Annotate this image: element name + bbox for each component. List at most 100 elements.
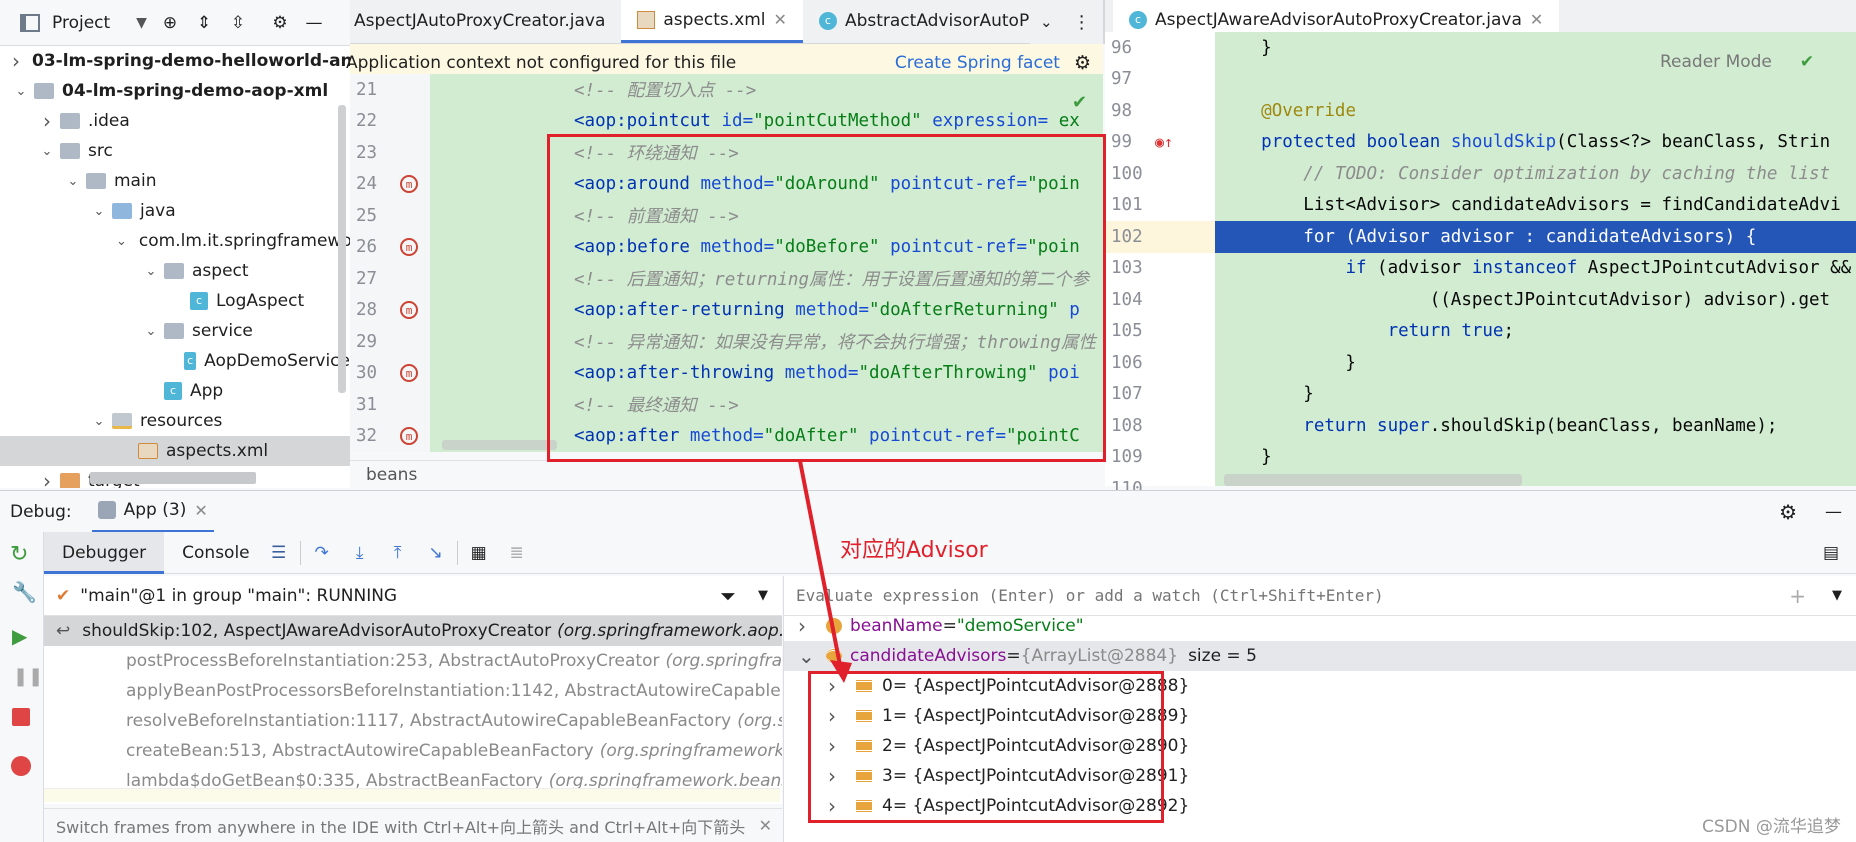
line-number[interactable]: 101	[1105, 190, 1215, 222]
tree-item[interactable]: ⌄ java	[0, 196, 350, 226]
chevron-down-icon[interactable]: ⌄	[64, 174, 82, 189]
line-number[interactable]: 26 m	[350, 232, 430, 264]
advice-method-icon[interactable]: m	[400, 427, 418, 446]
minimize-icon[interactable]: —	[303, 12, 325, 34]
override-marker-icon[interactable]: ◉↑	[1155, 133, 1173, 151]
code-line[interactable]: }	[1219, 442, 1856, 474]
line-number[interactable]: 107	[1105, 379, 1215, 411]
step-out-icon[interactable]: ⤒	[387, 542, 409, 564]
layout-menu-icon[interactable]: ☰	[268, 542, 290, 564]
chevron-down-icon[interactable]: ⌄	[12, 84, 30, 99]
line-number[interactable]: 22	[350, 106, 430, 138]
debug-session-tab[interactable]: App (3) ✕	[91, 491, 214, 533]
left-editor-hscrollbar[interactable]	[442, 440, 557, 450]
line-number[interactable]: 24 m	[350, 169, 430, 201]
chevron-down-icon[interactable]: ▼	[136, 15, 147, 31]
line-number[interactable]: 30 m	[350, 358, 430, 390]
line-number[interactable]: 31	[350, 389, 430, 421]
stack-frame[interactable]: postProcessBeforeInstantiation:253, Abst…	[44, 646, 782, 676]
chevron-down-icon[interactable]: ▼	[758, 588, 768, 603]
tree-item[interactable]: ⌄ resources	[0, 406, 350, 436]
current-execution-line[interactable]: for (Advisor advisor : candidateAdvisors…	[1215, 221, 1856, 253]
code-line[interactable]: // TODO: Consider optimization by cachin…	[1219, 158, 1856, 190]
watch-input[interactable]	[796, 586, 1696, 605]
tree-item[interactable]: c App	[0, 376, 350, 406]
code-line[interactable]: }	[1219, 347, 1856, 379]
stack-frame[interactable]: ↩ shouldSkip:102, AspectJAwareAdvisorAuto…	[44, 616, 782, 646]
minimize-icon[interactable]: —	[1825, 502, 1842, 522]
tree-item[interactable]: aspects.xml	[0, 436, 350, 466]
thread-selector[interactable]: ✔ "main"@1 in group "main": RUNNING ⏷ ▼	[44, 576, 782, 616]
advice-method-icon[interactable]: m	[400, 301, 418, 320]
project-panel-title[interactable]: Project	[52, 13, 110, 33]
tree-item[interactable]: ⌄ service	[0, 316, 350, 346]
chevron-down-icon[interactable]: ⌄	[116, 234, 127, 249]
tree-item[interactable]: › .idea	[0, 106, 350, 136]
line-number[interactable]: 32 m	[350, 421, 430, 453]
gear-icon[interactable]: ⚙	[269, 12, 291, 34]
line-number[interactable]: 29	[350, 326, 430, 358]
code-line[interactable]: }	[1219, 379, 1856, 411]
code-line[interactable]: if (advisor instanceof AspectJPointcutAd…	[1219, 253, 1856, 285]
tab-aspects-xml[interactable]: aspects.xml ✕	[621, 0, 803, 43]
line-number[interactable]: 100	[1105, 158, 1215, 190]
close-icon[interactable]: ✕	[759, 816, 772, 835]
line-number[interactable]: 27	[350, 263, 430, 295]
tree-item[interactable]: ⌄ com.lm.it.springframework	[0, 226, 350, 256]
code-line[interactable]: return super .shouldSkip(beanClass, beanN…	[1219, 410, 1856, 442]
stack-frame[interactable]: applyBeanPostProcessorsBeforeInstantiati…	[44, 676, 782, 706]
tree-item[interactable]: c LogAspect	[0, 286, 350, 316]
filter-icon[interactable]: ⏷	[720, 584, 736, 608]
line-number[interactable]: 23	[350, 137, 430, 169]
gear-icon[interactable]: ⚙	[1074, 52, 1091, 74]
line-number[interactable]: 105	[1105, 316, 1215, 348]
tree-item[interactable]: c AopDemoService	[0, 346, 350, 376]
breadcrumb-item[interactable]: beans	[366, 465, 417, 485]
resume-icon[interactable]: ▶	[12, 624, 27, 648]
locate-icon[interactable]: ⊕	[159, 12, 181, 34]
code-line[interactable]: ((AspectJPointcutAdvisor) advisor).get	[1219, 284, 1856, 316]
code-line[interactable]: @Override	[1219, 95, 1856, 127]
reader-mode-label[interactable]: Reader Mode	[1660, 52, 1772, 72]
stack-frame[interactable]: resolveBeforeInstantiation:1117, Abstrac…	[44, 706, 782, 736]
line-number[interactable]: 106	[1105, 347, 1215, 379]
chevron-down-icon[interactable]: ▼	[1832, 588, 1842, 603]
variable-row[interactable]: ⌄ candidateAdvisors = {ArrayList@2884} siz…	[784, 641, 1856, 671]
chevron-down-icon[interactable]: ⌄	[90, 414, 108, 429]
pause-icon[interactable]: ❚❚	[13, 666, 43, 687]
code-line[interactable]: return true;	[1219, 316, 1856, 348]
line-number[interactable]: 104	[1105, 284, 1215, 316]
frames-scrollbar[interactable]	[44, 788, 780, 802]
reader-mode-toggle[interactable]: Reader Mode ✔	[1660, 52, 1814, 72]
tab-aspectj-auto-proxy-creator[interactable]: AspectJAutoProxyCreator.java	[350, 0, 621, 43]
stop-icon[interactable]	[12, 708, 30, 726]
line-number[interactable]: 97	[1105, 64, 1215, 96]
variable-row[interactable]: › beanName = "demoService"	[784, 611, 1856, 641]
stack-frame[interactable]: createBean:513, AbstractAutowireCapableB…	[44, 736, 782, 766]
tree-item[interactable]: ⌄ src	[0, 136, 350, 166]
code-line[interactable]: List<Advisor> candidateAdvisors = findCa…	[1219, 190, 1856, 222]
tab-debugger[interactable]: Debugger	[44, 531, 165, 574]
line-number[interactable]: 96	[1105, 32, 1215, 64]
chevron-down-icon[interactable]: ⌄	[1040, 13, 1053, 31]
chevron-right-icon[interactable]: ›	[12, 49, 20, 73]
chevron-right-icon[interactable]: ›	[38, 469, 56, 488]
step-into-icon[interactable]: ⤓	[349, 542, 371, 564]
layout-settings-icon[interactable]: ▤	[1820, 542, 1842, 564]
line-number[interactable]: 98	[1105, 95, 1215, 127]
project-scrollbar[interactable]	[90, 472, 256, 484]
tree-vscrollbar[interactable]	[338, 105, 346, 393]
chevron-down-icon[interactable]: ⌄	[142, 264, 160, 279]
chevron-down-icon[interactable]: ⌄	[38, 144, 56, 159]
more-icon[interactable]: ⋮	[1073, 12, 1091, 33]
create-spring-facet-link[interactable]: Create Spring facet	[895, 53, 1060, 73]
evaluate-icon[interactable]: ▦	[468, 542, 490, 564]
line-number[interactable]: 21	[350, 74, 430, 106]
gear-icon[interactable]: ⚙	[1779, 500, 1797, 524]
advice-method-icon[interactable]: m	[400, 238, 418, 257]
line-number[interactable]: 28 m	[350, 295, 430, 327]
breakpoints-icon[interactable]	[11, 756, 31, 776]
tree-item[interactable]: ⌄ aspect	[0, 256, 350, 286]
code-line[interactable]: <!-- 配置切入点 -->	[574, 74, 1103, 106]
tree-item[interactable]: ⌄ main	[0, 166, 350, 196]
